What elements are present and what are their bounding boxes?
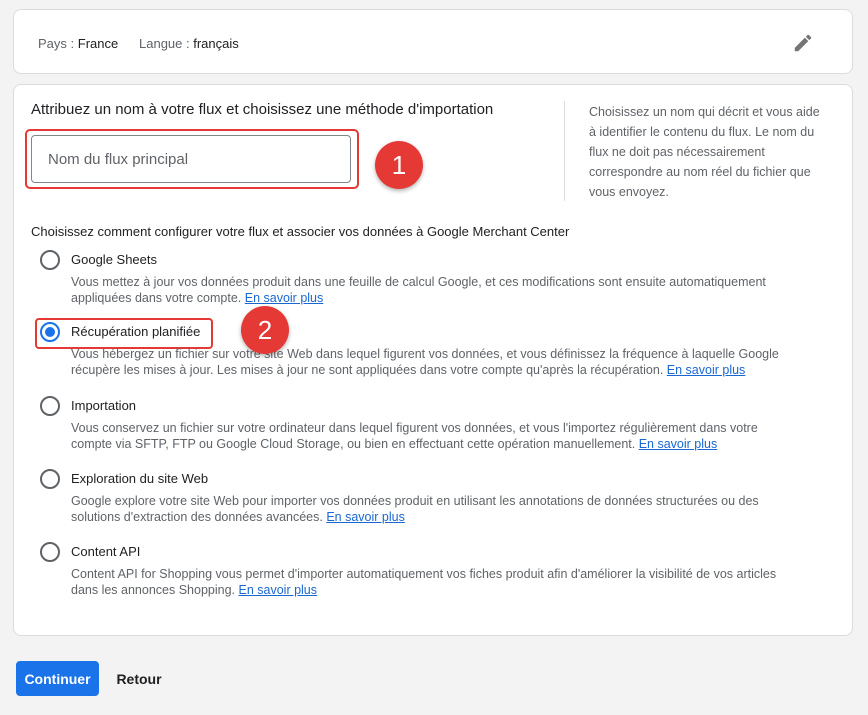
- option-description: Vous hébergez un fichier sur votre site …: [71, 346, 791, 378]
- option-description: Content API for Shopping vous permet d'i…: [71, 566, 791, 598]
- language-value: français: [193, 36, 239, 51]
- learn-more-link[interactable]: En savoir plus: [326, 510, 405, 524]
- back-button[interactable]: Retour: [107, 661, 171, 696]
- option-label: Récupération planifiée: [71, 324, 201, 339]
- language-info: Langue : français: [139, 36, 239, 51]
- pencil-icon[interactable]: [792, 32, 814, 54]
- learn-more-link[interactable]: En savoir plus: [667, 363, 746, 377]
- radio-scheduled-fetch[interactable]: [40, 322, 60, 342]
- vertical-divider: [564, 101, 565, 201]
- option-label: Exploration du site Web: [71, 471, 209, 486]
- config-section-title: Choisissez comment configurer votre flux…: [31, 224, 570, 239]
- language-label: Langue :: [139, 36, 190, 51]
- country-label: Pays :: [38, 36, 75, 51]
- country-info: Pays : France: [38, 36, 118, 51]
- learn-more-link[interactable]: En savoir plus: [245, 291, 324, 305]
- radio-content-api[interactable]: [40, 542, 60, 562]
- radio-website-crawl[interactable]: [40, 469, 60, 489]
- option-label: Importation: [71, 398, 137, 413]
- option-description-text: Content API for Shopping vous permet d'i…: [71, 567, 777, 597]
- annotation-badge-2: 2: [241, 306, 289, 354]
- learn-more-link[interactable]: En savoir plus: [239, 583, 318, 597]
- continue-button[interactable]: Continuer: [16, 661, 99, 696]
- radio-google-sheets[interactable]: [40, 250, 60, 270]
- feed-summary-card: Pays : France Langue : français: [13, 9, 853, 74]
- option-description: Vous mettez à jour vos données produit d…: [71, 274, 791, 306]
- option-description-text: Google explore votre site Web pour impor…: [71, 494, 759, 524]
- option-description: Vous conservez un fichier sur votre ordi…: [71, 420, 791, 452]
- name-section-title: Attribuez un nom à votre flux et choisis…: [31, 101, 494, 118]
- option-description-text: Vous mettez à jour vos données produit d…: [71, 275, 766, 305]
- feed-setup-card: Attribuez un nom à votre flux et choisis…: [13, 84, 853, 636]
- feed-name-input[interactable]: [31, 135, 351, 183]
- learn-more-link[interactable]: En savoir plus: [639, 437, 718, 451]
- name-help-text: Choisissez un nom qui décrit et vous aid…: [589, 105, 820, 199]
- annotation-badge-1: 1: [375, 141, 423, 189]
- option-label: Google Sheets: [71, 252, 158, 267]
- country-value: France: [77, 36, 119, 51]
- option-description: Google explore votre site Web pour impor…: [71, 493, 791, 525]
- radio-upload[interactable]: [40, 396, 60, 416]
- option-label: Content API: [71, 544, 141, 559]
